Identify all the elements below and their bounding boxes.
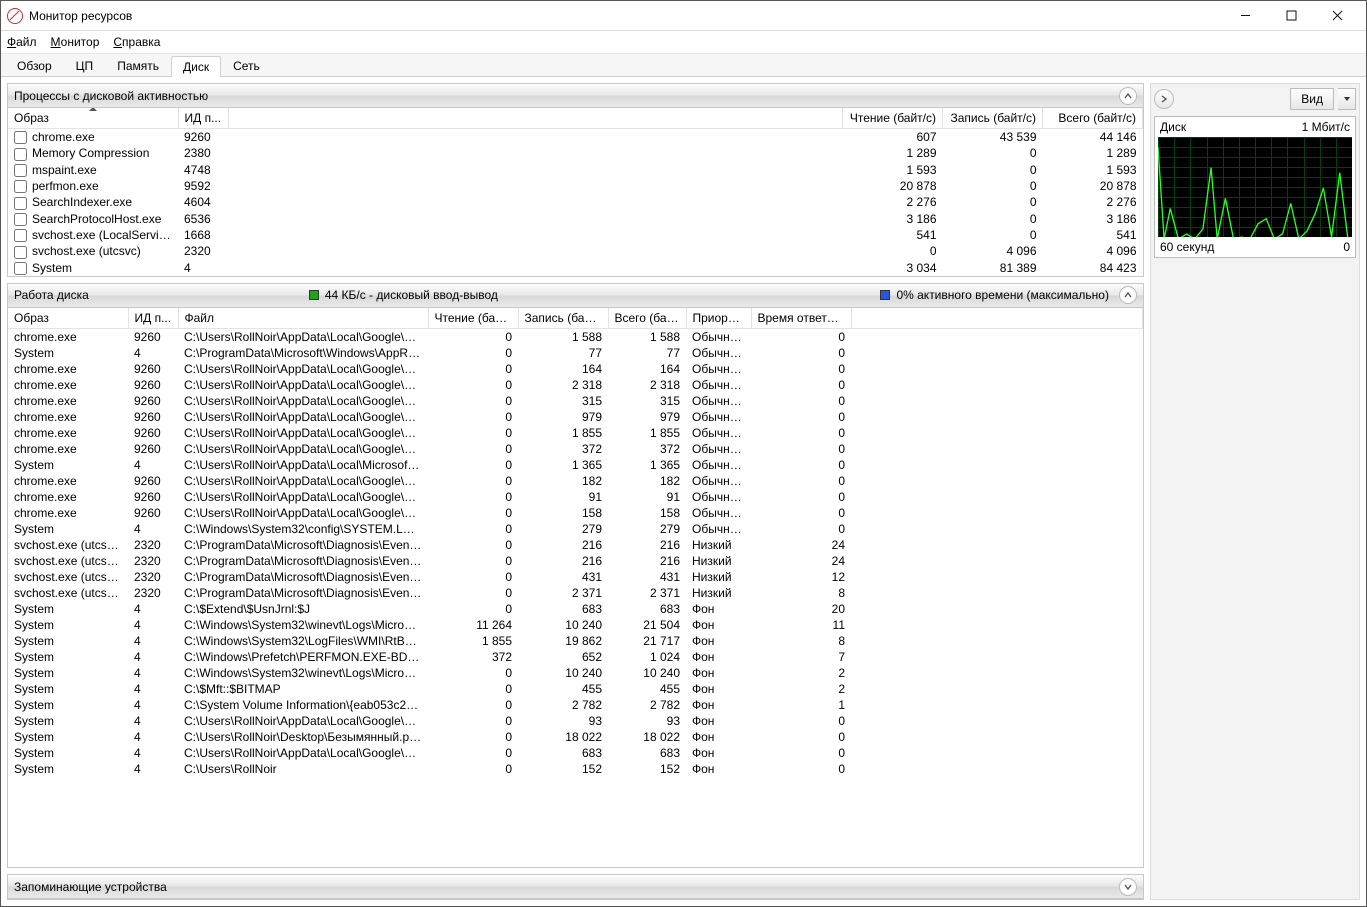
row-checkbox[interactable] <box>14 229 27 242</box>
table-row[interactable]: chrome.exe9260C:\Users\RollNoir\AppData\… <box>8 473 1143 489</box>
maximize-button[interactable] <box>1268 2 1314 30</box>
table-row[interactable]: System4C:\Windows\System32\config\SYSTEM… <box>8 521 1143 537</box>
collapse-icon[interactable] <box>1119 286 1137 304</box>
col-response[interactable]: Время ответа (... <box>751 308 851 329</box>
col-total[interactable]: Всего (бай... <box>608 308 686 329</box>
table-row[interactable]: System43 03481 38984 423 <box>8 260 1143 276</box>
table-row[interactable]: chrome.exe9260C:\Users\RollNoir\AppData\… <box>8 409 1143 425</box>
table-row[interactable]: chrome.exe9260C:\Users\RollNoir\AppData\… <box>8 489 1143 505</box>
disk-chart: Диск 1 Мбит/с 60 секунд 0 <box>1154 116 1356 258</box>
chart-footer-right: 0 <box>1343 240 1350 254</box>
col-image[interactable]: Образ <box>8 108 178 129</box>
active-time-metric: 0% активного времени (максимально) <box>896 288 1109 302</box>
table-row[interactable]: System4C:\System Volume Information\{eab… <box>8 697 1143 713</box>
tab-Обзор[interactable]: Обзор <box>5 55 64 76</box>
row-checkbox[interactable] <box>14 197 27 210</box>
menu-help[interactable]: Справка <box>113 35 160 49</box>
collapse-icon[interactable] <box>1119 87 1137 105</box>
window-title: Монитор ресурсов <box>29 9 1222 23</box>
row-checkbox[interactable] <box>14 246 27 259</box>
table-row[interactable]: chrome.exe9260C:\Users\RollNoir\AppData\… <box>8 441 1143 457</box>
table-row[interactable]: System4C:\Users\RollNoir\AppData\Local\G… <box>8 713 1143 729</box>
col-read[interactable]: Чтение (байт/с) <box>428 308 518 329</box>
table-row[interactable]: System4C:\ProgramData\Microsoft\Windows\… <box>8 345 1143 361</box>
col-write[interactable]: Запись (байт/с) <box>943 108 1043 129</box>
table-row[interactable]: SearchProtocolHost.exe65363 18603 186 <box>8 211 1143 227</box>
table-row[interactable]: SearchIndexer.exe46042 27602 276 <box>8 194 1143 210</box>
view-button[interactable]: Вид <box>1290 88 1334 110</box>
col-image[interactable]: Образ <box>8 308 128 329</box>
panel3-title: Запоминающие устройства <box>14 880 167 894</box>
storage-panel: Запоминающие устройства <box>7 874 1144 900</box>
processes-panel: Процессы с дисковой активностью Образ ИД… <box>7 83 1144 277</box>
menu-monitor[interactable]: Монитор <box>51 35 100 49</box>
table-row[interactable]: System4C:\Users\RollNoir0152152Фон0 <box>8 761 1143 777</box>
processes-table[interactable]: Образ ИД п... Чтение (байт/с) Запись (ба… <box>8 108 1143 276</box>
app-icon <box>7 8 23 24</box>
tab-Диск[interactable]: Диск <box>171 56 221 77</box>
chart-footer-left: 60 секунд <box>1160 240 1214 254</box>
col-file[interactable]: Файл <box>178 308 428 329</box>
table-row[interactable]: chrome.exe9260C:\Users\RollNoir\AppData\… <box>8 328 1143 345</box>
table-row[interactable]: svchost.exe (utcsvc)2320C:\ProgramData\M… <box>8 553 1143 569</box>
table-row[interactable]: perfmon.exe959220 878020 878 <box>8 178 1143 194</box>
tab-Память[interactable]: Память <box>105 55 171 76</box>
table-row[interactable]: chrome.exe9260C:\Users\RollNoir\AppData\… <box>8 393 1143 409</box>
table-row[interactable]: chrome.exe9260C:\Users\RollNoir\AppData\… <box>8 505 1143 521</box>
sidebar-expand-button[interactable] <box>1154 89 1174 109</box>
col-pid[interactable]: ИД п... <box>178 108 228 129</box>
table-row[interactable]: System4C:\Windows\Prefetch\PERFMON.EXE-B… <box>8 649 1143 665</box>
col-total[interactable]: Всего (байт/с) <box>1043 108 1143 129</box>
table-row[interactable]: mspaint.exe47481 59301 593 <box>8 162 1143 178</box>
table-row[interactable]: System4C:\Windows\System32\winevt\Logs\M… <box>8 617 1143 633</box>
titlebar: Монитор ресурсов <box>1 1 1366 31</box>
table-row[interactable]: svchost.exe (utcsvc)2320C:\ProgramData\M… <box>8 569 1143 585</box>
close-button[interactable] <box>1314 2 1360 30</box>
expand-icon[interactable] <box>1119 878 1137 896</box>
menubar: Файл Монитор Справка <box>1 31 1366 53</box>
row-checkbox[interactable] <box>14 131 27 144</box>
table-row[interactable]: System4C:\Users\RollNoir\Desktop\Безымян… <box>8 729 1143 745</box>
table-row[interactable]: svchost.exe (utcsvc)2320C:\ProgramData\M… <box>8 537 1143 553</box>
table-row[interactable]: chrome.exe9260C:\Users\RollNoir\AppData\… <box>8 361 1143 377</box>
col-write[interactable]: Запись (байт/с) <box>518 308 608 329</box>
table-row[interactable]: System4C:\Windows\System32\winevt\Logs\M… <box>8 665 1143 681</box>
menu-file[interactable]: Файл <box>7 35 37 49</box>
green-square-icon <box>309 290 319 300</box>
tab-Сеть[interactable]: Сеть <box>221 55 272 76</box>
row-checkbox[interactable] <box>14 180 27 193</box>
row-checkbox[interactable] <box>14 148 27 161</box>
disk-io-metric: 44 КБ/с - дисковый ввод-вывод <box>325 288 498 302</box>
table-row[interactable]: System4C:\Users\RollNoir\AppData\Local\M… <box>8 457 1143 473</box>
col-pid[interactable]: ИД п... <box>128 308 178 329</box>
sidebar: Вид Диск 1 Мбит/с 60 секунд 0 <box>1150 83 1360 900</box>
chart-unit: 1 Мбит/с <box>1302 120 1350 134</box>
table-row[interactable]: System4C:\Users\RollNoir\AppData\Local\G… <box>8 745 1143 761</box>
minimize-button[interactable] <box>1222 2 1268 30</box>
table-row[interactable]: svchost.exe (utcsvc)2320C:\ProgramData\M… <box>8 585 1143 601</box>
view-dropdown-button[interactable] <box>1338 88 1356 110</box>
table-row[interactable]: svchost.exe (utcsvc)232004 0964 096 <box>8 243 1143 259</box>
tab-ЦП[interactable]: ЦП <box>64 55 106 76</box>
table-row[interactable]: chrome.exe9260C:\Users\RollNoir\AppData\… <box>8 377 1143 393</box>
col-priority[interactable]: Приори... <box>686 308 751 329</box>
blue-square-icon <box>880 290 890 300</box>
row-checkbox[interactable] <box>14 164 27 177</box>
disk-activity-table[interactable]: Образ ИД п... Файл Чтение (байт/с) Запис… <box>8 308 1143 777</box>
table-row[interactable]: chrome.exe926060743 53944 146 <box>8 129 1143 146</box>
disk-activity-panel: Работа диска 44 КБ/с - дисковый ввод-выв… <box>7 283 1144 868</box>
chart-title: Диск <box>1160 120 1186 134</box>
tabbar: ОбзорЦППамятьДискСеть <box>1 53 1366 77</box>
table-row[interactable]: svchost.exe (LocalServiceNo...1668541054… <box>8 227 1143 243</box>
table-row[interactable]: Memory Compression23801 28901 289 <box>8 145 1143 161</box>
panel1-title: Процессы с дисковой активностью <box>14 89 208 103</box>
table-row[interactable]: System4C:\$Mft::$BITMAP0455455Фон2 <box>8 681 1143 697</box>
table-row[interactable]: chrome.exe9260C:\Users\RollNoir\AppData\… <box>8 425 1143 441</box>
panel2-title: Работа диска <box>14 288 89 302</box>
row-checkbox[interactable] <box>14 262 27 275</box>
col-read[interactable]: Чтение (байт/с) <box>843 108 943 129</box>
row-checkbox[interactable] <box>14 213 27 226</box>
table-row[interactable]: System4C:\$Extend\$UsnJrnl:$J0683683Фон2… <box>8 601 1143 617</box>
table-row[interactable]: System4C:\Windows\System32\LogFiles\WMI\… <box>8 633 1143 649</box>
